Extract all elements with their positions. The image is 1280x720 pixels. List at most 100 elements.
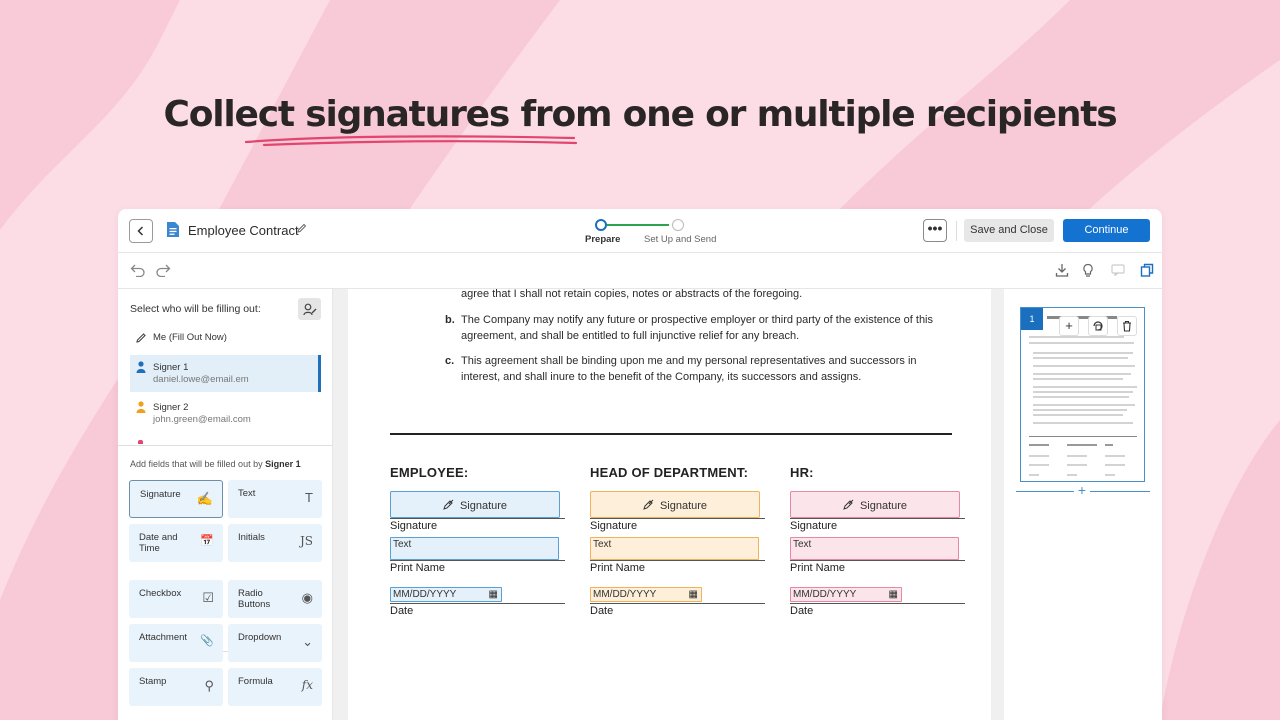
step-send-dot	[672, 219, 684, 231]
field-attachment-label: Attachment	[139, 632, 188, 643]
signature-icon	[443, 499, 454, 510]
field-dropdown[interactable]: Dropdown ⌄	[228, 624, 322, 662]
divider	[118, 445, 333, 446]
print-name-line	[390, 560, 565, 561]
recipients-sidebar: Select who will be filling out: Me (Fill…	[118, 289, 333, 720]
hr-signature-field[interactable]: Signature	[790, 491, 960, 518]
hr-signature-block: HR: Signature Signature Text Print Name …	[790, 465, 965, 617]
edit-title-icon[interactable]	[296, 223, 307, 234]
section-rule	[390, 433, 952, 435]
hr-signature-label: Signature	[790, 520, 838, 532]
field-initials-label: Initials	[238, 532, 265, 543]
employee-signature-block: EMPLOYEE: Signature Signature Text Print…	[390, 465, 565, 617]
employee-date-field[interactable]: MM/DD/YYYY ▦	[390, 587, 502, 602]
redo-icon[interactable]	[155, 263, 171, 277]
trash-icon[interactable]	[1117, 316, 1137, 336]
document-icon	[167, 222, 179, 237]
field-signature-label: Signature	[140, 489, 181, 500]
page-thumbnails: 1 + +	[1004, 289, 1162, 720]
field-signature[interactable]: Signature ✍	[129, 480, 223, 518]
hod-print-name-field[interactable]: Text	[590, 537, 759, 560]
step-send-label[interactable]: Set Up and Send	[644, 234, 716, 245]
hod-date-field[interactable]: MM/DD/YYYY ▦	[590, 587, 702, 602]
hr-date-field[interactable]: MM/DD/YYYY ▦	[790, 587, 902, 602]
recipient-me-label: Me (Fill Out Now)	[153, 332, 227, 343]
sidebar-title: Select who will be filling out:	[130, 303, 261, 315]
user-icon	[136, 401, 146, 413]
save-and-close-button[interactable]: Save and Close	[964, 219, 1054, 242]
hod-signature-label: Signature	[590, 520, 638, 532]
field-checkbox[interactable]: Checkbox ☑	[129, 580, 223, 618]
add-icon[interactable]: +	[1059, 316, 1079, 336]
signature-line	[590, 518, 765, 519]
date-line	[790, 603, 965, 604]
headline-underline	[244, 135, 578, 147]
hod-date-label: Date	[590, 605, 614, 617]
divider	[956, 221, 957, 241]
employee-print-name-field[interactable]: Text	[390, 537, 559, 560]
undo-icon[interactable]	[130, 263, 146, 277]
manage-recipients-button[interactable]	[298, 298, 321, 320]
field-date-time[interactable]: Date and Time 📅	[129, 524, 223, 562]
hod-signature-placeholder: Signature	[591, 499, 759, 512]
pages-icon[interactable]	[1140, 263, 1154, 277]
employee-signature-text: Signature	[459, 500, 508, 512]
user-edit-icon	[302, 303, 316, 315]
employee-date-label: Date	[390, 605, 414, 617]
initials-icon: JS	[299, 534, 313, 548]
pencil-icon	[136, 333, 146, 343]
field-radio-buttons[interactable]: Radio Buttons ◉	[228, 580, 322, 618]
field-formula-label: Formula	[238, 676, 273, 687]
hod-print-name-label: Print Name	[590, 562, 646, 574]
step-prepare-dot	[595, 219, 607, 231]
field-initials[interactable]: Initials JS	[228, 524, 322, 562]
radio-icon: ◉	[301, 590, 313, 605]
hr-print-name-field[interactable]: Text	[790, 537, 959, 560]
rotate-icon[interactable]	[1088, 316, 1108, 336]
stamp-icon: ⚲	[204, 678, 214, 693]
paperclip-icon: 📎	[200, 635, 214, 647]
signature-line	[390, 518, 565, 519]
field-text-label: Text	[238, 488, 256, 499]
more-options-button[interactable]: •••	[923, 219, 947, 242]
continue-button[interactable]: Continue	[1063, 219, 1150, 242]
recipient-me[interactable]: Me (Fill Out Now)	[130, 325, 321, 349]
hr-date-placeholder: MM/DD/YYYY	[793, 589, 857, 600]
download-icon[interactable]	[1055, 263, 1069, 277]
hod-date-placeholder: MM/DD/YYYY	[593, 589, 657, 600]
add-page-button[interactable]: +	[1074, 483, 1090, 499]
field-attachment[interactable]: Attachment 📎	[129, 624, 223, 662]
field-stamp-label: Stamp	[139, 676, 167, 687]
employee-heading: EMPLOYEE:	[390, 465, 469, 480]
head-of-department-heading: HEAD OF DEPARTMENT:	[590, 465, 749, 480]
signature-line	[790, 518, 965, 519]
head-of-department-signature-block: HEAD OF DEPARTMENT: Signature Signature …	[590, 465, 765, 617]
signature-icon	[843, 499, 854, 510]
rotate-glyph	[1093, 321, 1103, 331]
top-bar: Employee Contract Prepare Set Up and Sen…	[118, 209, 1162, 253]
employee-signature-field[interactable]: Signature	[390, 491, 560, 518]
field-text[interactable]: Text T	[228, 480, 322, 518]
employee-print-name-label: Print Name	[390, 562, 446, 574]
step-prepare-label[interactable]: Prepare	[585, 234, 620, 245]
user-icon	[136, 361, 146, 373]
signer-2-name: Signer 2	[153, 402, 189, 413]
field-stamp[interactable]: Stamp ⚲	[129, 668, 223, 706]
comment-icon[interactable]	[1111, 263, 1125, 276]
hr-signature-placeholder: Signature	[791, 499, 959, 512]
date-line	[590, 603, 765, 604]
text-icon: T	[305, 490, 313, 505]
recipient-signer-2[interactable]: Signer 2 john.green@email.com	[130, 395, 321, 432]
hod-signature-field[interactable]: Signature	[590, 491, 760, 518]
document-title[interactable]: Employee Contract	[188, 223, 299, 238]
hod-text-placeholder: Text	[593, 539, 612, 550]
checkbox-icon: ☑	[202, 590, 214, 605]
field-formula[interactable]: Formula fx	[228, 668, 322, 706]
signer-1-email: daniel.lowe@email.em	[153, 374, 249, 385]
page-thumbnail[interactable]: 1 +	[1020, 307, 1145, 482]
calendar-icon: ▦	[488, 589, 498, 600]
recipient-signer-1[interactable]: Signer 1 daniel.lowe@email.em	[130, 355, 321, 392]
lightbulb-icon[interactable]	[1082, 263, 1094, 278]
back-button[interactable]	[129, 219, 153, 243]
headline: Collect signatures from one or multiple …	[163, 94, 1117, 135]
